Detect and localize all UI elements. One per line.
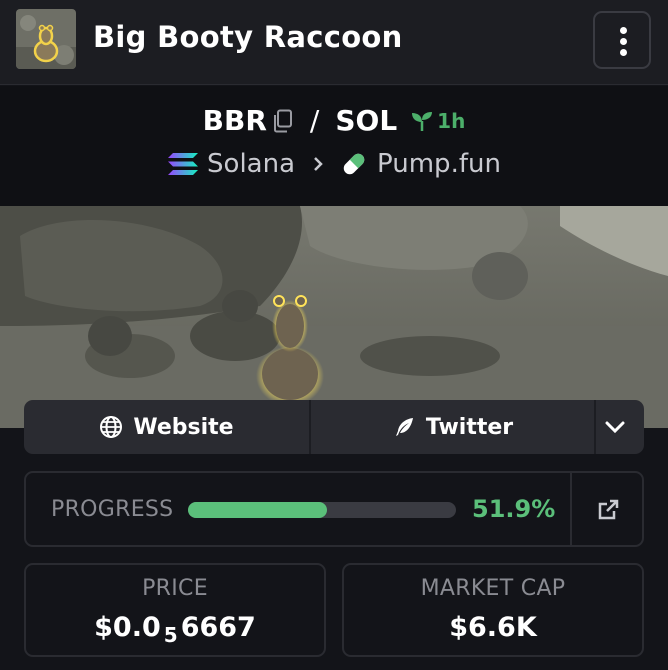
twitter-label: Twitter: [425, 414, 514, 440]
pill-icon: [339, 149, 369, 179]
price-zero-count: 5: [163, 623, 178, 647]
solana-icon: [167, 151, 199, 177]
base-symbol: BBR: [202, 104, 267, 137]
twitter-button[interactable]: Twitter: [311, 400, 594, 454]
pair-symbols: BBR / SOL 1h: [0, 104, 668, 144]
progress-label: PROGRESS: [51, 497, 174, 522]
pair-age: 1h: [437, 108, 466, 133]
chevron-down-icon: [605, 421, 625, 433]
sprout-icon: [411, 110, 433, 132]
more-options-button[interactable]: [593, 11, 651, 69]
website-button[interactable]: Website: [24, 400, 309, 454]
website-label: Website: [133, 414, 234, 440]
feather-icon: [395, 418, 413, 436]
dex-link[interactable]: Pump.fun: [377, 149, 501, 179]
price-value: $0.0 5 6667: [26, 612, 324, 647]
price-label: PRICE: [142, 576, 208, 601]
more-links-toggle[interactable]: [596, 400, 644, 454]
price-digits: 6667: [180, 612, 256, 643]
market-cap-value: $6.6K: [449, 612, 537, 643]
external-link-icon[interactable]: [596, 498, 620, 526]
token-header: Big Booty Raccoon: [0, 0, 668, 85]
market-cap-card: MARKET CAP $6.6K: [342, 563, 644, 657]
token-banner-image: [0, 206, 668, 428]
raccoon-avatar-icon: [16, 9, 76, 69]
chain-breadcrumb: Solana Pump.fun: [0, 149, 668, 189]
market-cap-label: MARKET CAP: [420, 576, 566, 601]
progress-value: 51.9%: [472, 495, 556, 523]
pair-info: BBR / SOL 1h Solana Pump.fun: [0, 86, 668, 206]
chain-link[interactable]: Solana: [207, 149, 295, 179]
price-card: PRICE $0.0 5 6667: [24, 563, 326, 657]
progress-divider: [570, 473, 572, 545]
price-prefix: $0.0: [94, 612, 161, 643]
bonding-progress-card: PROGRESS 51.9%: [24, 471, 644, 547]
chevron-right-icon: [313, 156, 323, 172]
globe-icon: [100, 416, 123, 438]
copy-icon[interactable]: [272, 109, 294, 133]
progress-bar-fill: [188, 502, 328, 518]
social-links-bar: Website Twitter: [24, 400, 644, 454]
token-name: Big Booty Raccoon: [93, 20, 403, 54]
progress-bar: [188, 502, 456, 518]
pair-separator: /: [309, 104, 320, 137]
quote-symbol: SOL: [335, 104, 398, 137]
